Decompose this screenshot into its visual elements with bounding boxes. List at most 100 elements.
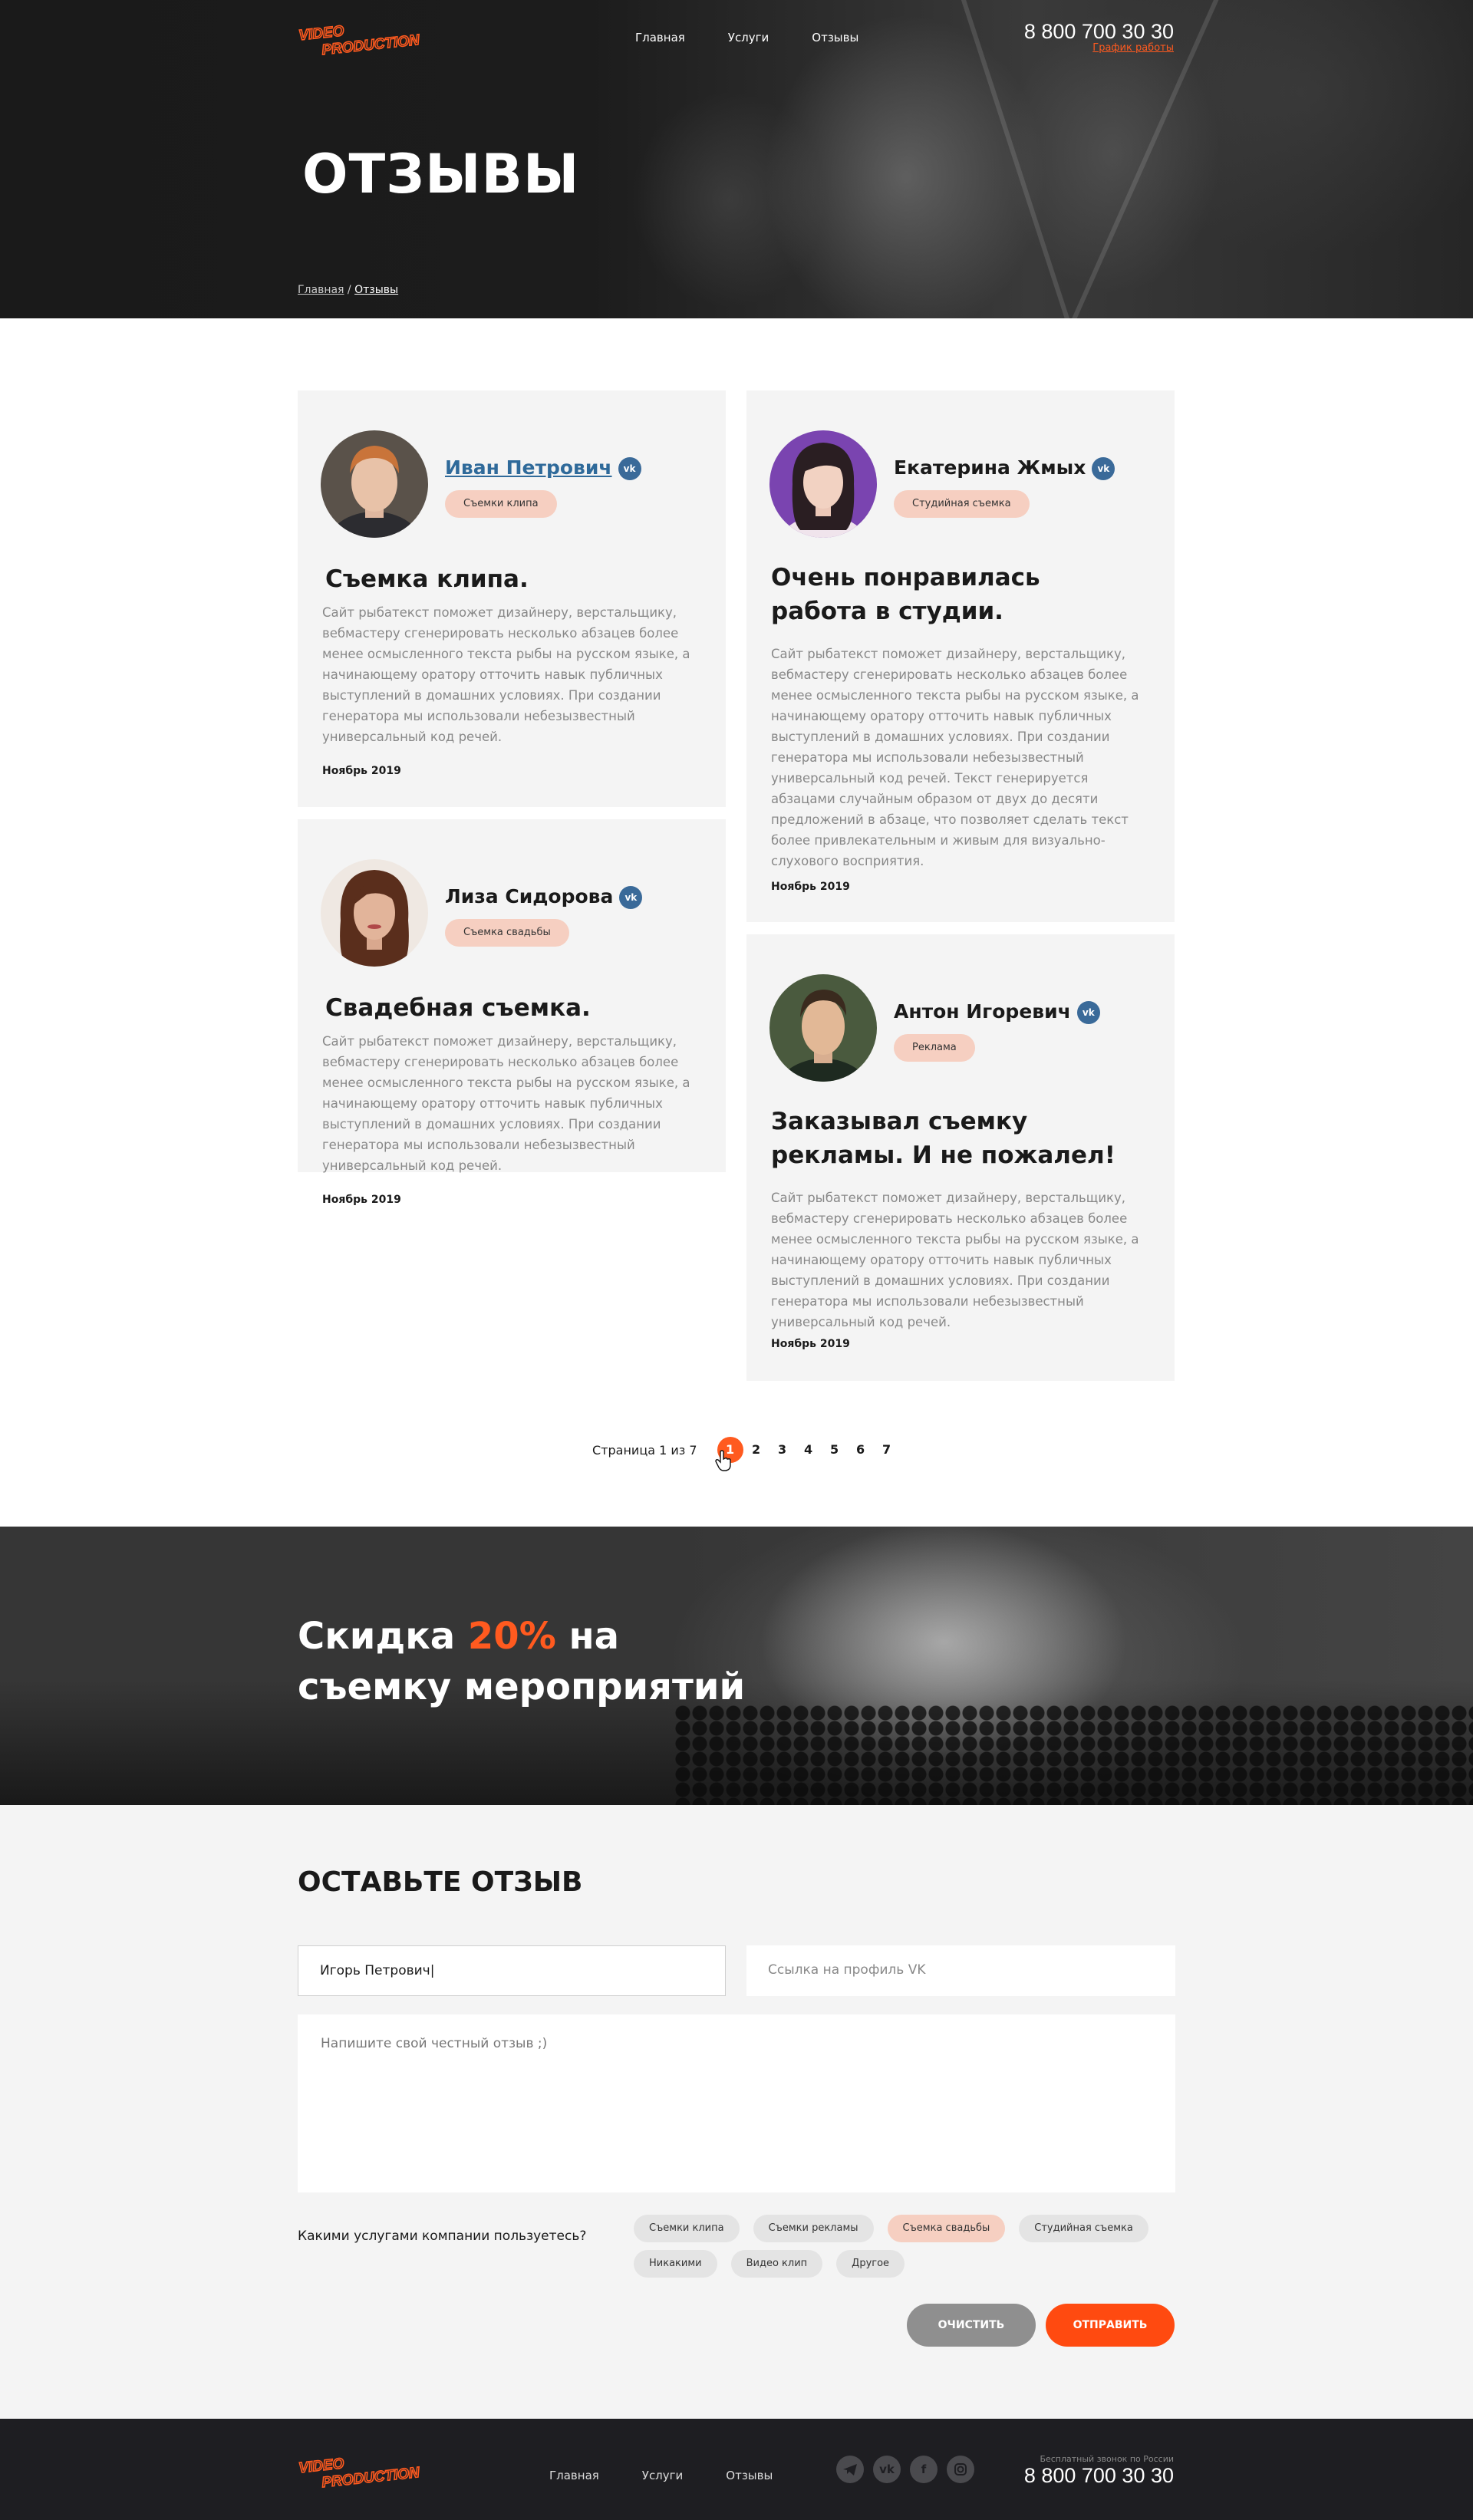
vk-icon[interactable]: vk [873, 2456, 901, 2483]
review-card: Антон Игоревич vk Реклама Заказывал съемк… [746, 934, 1175, 1381]
avatar [321, 430, 428, 538]
send-button[interactable]: ОТПРАВИТЬ [1046, 2304, 1175, 2347]
vk-icon[interactable]: vk [619, 886, 643, 909]
schedule-link[interactable]: График работы [1024, 42, 1174, 54]
form-title: ОСТАВЬТЕ ОТЗЫВ [298, 1866, 583, 1898]
service-tag: Студийная съемка [894, 490, 1030, 518]
pagination-label: Страница 1 из 7 [592, 1442, 697, 1458]
chip-ads[interactable]: Съемки рекламы [753, 2215, 874, 2242]
footer-link-services[interactable]: Услуги [642, 2469, 683, 2482]
review-date: Ноябрь 2019 [322, 1194, 401, 1206]
review-card: Екатерина Жмых vk Студийная съемка Очень … [746, 390, 1175, 922]
promo-heading: Скидка 20% на съемку мероприятий [298, 1611, 745, 1712]
breadcrumb-current: Отзывы [354, 284, 399, 296]
logo[interactable]: VIDEO PRODUCTION [298, 17, 451, 59]
review-card: Иван Петрович vk Съемки клипа Съемка клип… [298, 390, 726, 807]
promo-text: Скидка [298, 1615, 468, 1658]
page-title: ОТЗЫВЫ [302, 143, 580, 206]
review-date: Ноябрь 2019 [322, 765, 401, 777]
vk-icon[interactable]: vk [1076, 1001, 1100, 1024]
header-contacts: 8 800 700 30 30 График работы [1024, 20, 1174, 54]
avatar [769, 974, 877, 1082]
reviewer-name: Екатерина Жмых vk [894, 456, 1115, 480]
promo-banner: Скидка 20% на съемку мероприятий [0, 1527, 1473, 1805]
chip-wedding[interactable]: Съемка свадьбы [887, 2215, 1006, 2242]
page-link-3[interactable]: 3 [769, 1437, 796, 1463]
chip-studio[interactable]: Студийная съемка [1019, 2215, 1148, 2242]
nav-link-services[interactable]: Услуги [728, 31, 769, 44]
footer-link-home[interactable]: Главная [549, 2469, 599, 2482]
services-question: Какими услугами компании пользуетесь? [298, 2228, 587, 2244]
breadcrumb: Главная / Отзывы [298, 284, 398, 296]
review-text: Сайт рыбатекст поможет дизайнеру, верста… [771, 1191, 1139, 1329]
breadcrumb-home[interactable]: Главная [298, 284, 344, 296]
review-title: Свадебная съемка. [325, 994, 591, 1022]
page-link-7[interactable]: 7 [874, 1437, 900, 1463]
chip-other[interactable]: Другое [836, 2250, 905, 2278]
chip-clip[interactable]: Съемки клипа [634, 2215, 740, 2242]
review-text: Сайт рыбатекст поможет дизайнеру, верста… [322, 1034, 690, 1173]
logo-graphic: VIDEO PRODUCTION [298, 22, 422, 59]
review-date: Ноябрь 2019 [771, 881, 850, 893]
promo-text: съемку мероприятий [298, 1665, 746, 1708]
top-nav: Главная Услуги Отзывы [635, 31, 858, 44]
reviewer-name: Лиза Сидорова vk [445, 885, 643, 909]
instagram-icon[interactable] [947, 2456, 974, 2483]
reviewer-name: Антон Игоревич vk [894, 1000, 1100, 1024]
reviewer-name-text: Лиза Сидорова [445, 885, 614, 908]
breadcrumb-separator: / [344, 284, 355, 296]
social-links: vk f [836, 2456, 974, 2483]
review-title: Заказывал съемку рекламы. И не пожалел! [771, 1108, 1115, 1169]
avatar [321, 859, 428, 967]
service-tag: Съемки клипа [445, 490, 557, 518]
reviews-section: Иван Петрович vk Съемки клипа Съемка клип… [0, 318, 1473, 1527]
review-text: Сайт рыбатекст поможет дизайнеру, верста… [771, 647, 1139, 868]
footer-nav: Главная Услуги Отзывы [549, 2469, 773, 2482]
free-call-caption: Бесплатный звонок по России [1040, 2454, 1174, 2464]
vk-icon[interactable]: vk [1092, 457, 1115, 480]
hand-cursor-icon [715, 1450, 731, 1471]
page-link-6[interactable]: 6 [848, 1437, 874, 1463]
review-card: Лиза Сидорова vk Съемка свадьбы Свадебная… [298, 819, 726, 1206]
logo-graphic: VIDEO PRODUCTION [298, 2455, 422, 2492]
chip-video-clip[interactable]: Видео клип [730, 2250, 823, 2278]
facebook-icon[interactable]: f [910, 2456, 938, 2483]
page-link-5[interactable]: 5 [822, 1437, 848, 1463]
name-input[interactable]: Игорь Петрович| [298, 1945, 726, 1996]
footer-contacts: Бесплатный звонок по России 8 800 700 30… [1024, 2454, 1174, 2488]
crowd-silhouette [675, 1705, 1473, 1805]
service-tag: Реклама [894, 1034, 975, 1062]
vk-icon[interactable]: vk [618, 457, 641, 480]
header-phone[interactable]: 8 800 700 30 30 [1024, 20, 1174, 44]
avatar [769, 430, 877, 538]
review-form: ОСТАВЬТЕ ОТЗЫВ Игорь Петрович| Ссылка на… [0, 1805, 1473, 2419]
reviewer-name[interactable]: Иван Петрович vk [445, 456, 641, 480]
reviewer-name-text[interactable]: Иван Петрович [445, 456, 612, 479]
review-text: Сайт рыбатекст поможет дизайнеру, верста… [322, 605, 690, 744]
nav-link-reviews[interactable]: Отзывы [812, 31, 858, 44]
footer-link-reviews[interactable]: Отзывы [726, 2469, 773, 2482]
service-tag: Съемка свадьбы [445, 919, 569, 947]
chip-none[interactable]: Никакими [634, 2250, 717, 2278]
footer: VIDEO PRODUCTION Главная Услуги Отзывы v… [0, 2419, 1473, 2520]
reviewer-name-text: Антон Игоревич [894, 1000, 1071, 1023]
review-title: Съемка клипа. [325, 565, 529, 593]
footer-logo[interactable]: VIDEO PRODUCTION [298, 2449, 451, 2492]
hero-background-photo [0, 0, 1473, 318]
promo-discount: 20% [467, 1615, 556, 1658]
vk-profile-input[interactable]: Ссылка на профиль VK [746, 1945, 1175, 1996]
hero-header: VIDEO PRODUCTION Главная Услуги Отзывы 8… [0, 0, 1473, 318]
review-textarea[interactable]: Напишите свой честный отзыв ;) [298, 2014, 1175, 2192]
review-date: Ноябрь 2019 [771, 1338, 850, 1350]
promo-text: на [555, 1615, 620, 1658]
page-link-4[interactable]: 4 [796, 1437, 822, 1463]
service-chips: Съемки клипа Съемки рекламы Съемка свадь… [634, 2215, 1186, 2278]
pagination: Страница 1 из 7 1 2 3 4 5 6 7 [592, 1437, 900, 1463]
clear-button[interactable]: ОЧИСТИТЬ [907, 2304, 1036, 2347]
page-link-2[interactable]: 2 [743, 1437, 769, 1463]
review-title: Очень понравилась работа в студии. [771, 564, 1040, 625]
nav-link-home[interactable]: Главная [635, 31, 685, 44]
reviewer-name-text: Екатерина Жмых [894, 456, 1086, 479]
footer-phone[interactable]: 8 800 700 30 30 [1024, 2464, 1174, 2488]
telegram-icon[interactable] [836, 2456, 864, 2483]
